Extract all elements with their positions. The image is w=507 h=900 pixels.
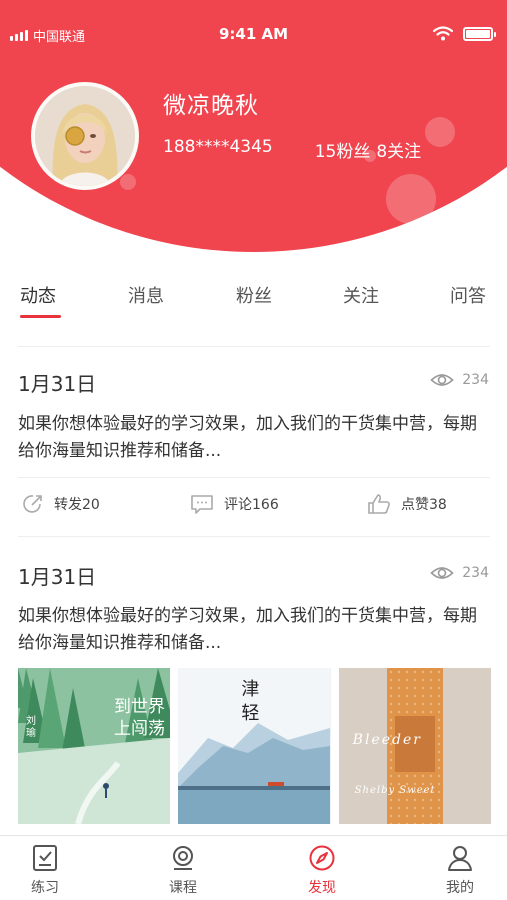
like-button[interactable]: 点赞38 <box>367 493 447 515</box>
book-covers: 到世界上闯荡 刘瑜 津轻 Bleeder Shelby Sweet <box>18 668 491 824</box>
user-meta: 188****4345 15粉丝 8关注 <box>163 137 421 162</box>
status-indicators <box>433 26 496 41</box>
compass-icon <box>309 845 335 871</box>
cover-title: 津轻 <box>241 679 260 724</box>
post-views: 234 <box>430 565 489 581</box>
battery-level <box>466 29 490 38</box>
forest-illustration-icon <box>18 668 170 824</box>
profile-header: 中国联通 9:41 AM 微凉晚秋 188****4345 15粉丝 8关注 <box>0 0 507 260</box>
share-label: 转发20 <box>54 497 100 513</box>
tab-fans[interactable]: 粉丝 <box>236 282 272 308</box>
post-divider <box>18 477 490 478</box>
nav-discover[interactable]: 发现 <box>287 844 357 897</box>
comment-button[interactable]: 评论166 <box>190 493 279 515</box>
phone-number: 188****4345 <box>163 137 273 157</box>
post-body[interactable]: 如果你想体验最好的学习效果，加入我们的干货集中营，每期给你海量知识推荐和储备..… <box>18 603 490 657</box>
post-body[interactable]: 如果你想体验最好的学习效果，加入我们的干货集中营，每期给你海量知识推荐和储备..… <box>18 411 490 465</box>
decorative-bubble <box>386 174 436 224</box>
status-bar: 中国联通 9:41 AM <box>0 0 507 70</box>
thumbs-up-icon <box>368 494 390 514</box>
tab-feed[interactable]: 动态 <box>20 282 56 308</box>
share-icon <box>23 495 42 513</box>
person-icon <box>448 846 472 871</box>
decorative-bubble <box>425 117 455 147</box>
post-date: 1月31日 <box>18 565 97 589</box>
bottom-nav: 练习 课程 发现 我的 <box>0 835 507 900</box>
tab-qa[interactable]: 问答 <box>450 282 486 308</box>
book-cover[interactable]: 到世界上闯荡 刘瑜 <box>18 668 171 824</box>
nav-discover-label: 发现 <box>308 880 336 896</box>
like-label: 点赞38 <box>401 497 447 513</box>
wifi-icon <box>433 26 453 41</box>
nav-mine[interactable]: 我的 <box>425 844 495 897</box>
active-tab-indicator <box>20 315 61 318</box>
views-count: 234 <box>462 372 489 388</box>
book-cover[interactable]: Bleeder Shelby Sweet <box>338 668 491 824</box>
decorative-bubble <box>120 174 136 190</box>
eye-icon <box>430 374 454 386</box>
fans-count[interactable]: 15粉丝 <box>315 137 371 162</box>
nav-practice[interactable]: 练习 <box>10 844 80 897</box>
nav-course-label: 课程 <box>169 880 197 896</box>
cover-author: Shelby Sweet <box>354 785 436 796</box>
views-count: 234 <box>462 565 489 581</box>
cover-title: Bleeder <box>352 732 422 748</box>
cover-author: 刘瑜 <box>26 716 36 739</box>
post-date: 1月31日 <box>18 372 97 396</box>
battery-icon <box>463 26 496 41</box>
comment-icon <box>191 495 213 514</box>
profile-tabs: 动态 消息 粉丝 关注 问答 <box>0 282 507 322</box>
course-icon <box>173 846 193 870</box>
share-button[interactable]: 转发20 <box>22 493 100 515</box>
book-cover[interactable]: 津轻 <box>178 668 331 824</box>
tabs-divider <box>18 346 490 347</box>
post-views: 234 <box>430 372 489 388</box>
nav-course[interactable]: 课程 <box>148 844 218 897</box>
eye-icon <box>430 567 454 579</box>
comment-label: 评论166 <box>224 497 279 513</box>
post-actions: 转发20 评论166 点赞38 <box>0 493 507 523</box>
following-count[interactable]: 8关注 <box>376 137 421 162</box>
practice-icon <box>33 845 57 871</box>
status-time: 9:41 AM <box>218 25 289 43</box>
nav-practice-label: 练习 <box>31 880 59 896</box>
post-divider <box>18 536 490 537</box>
nav-mine-label: 我的 <box>446 880 474 896</box>
username: 微凉晚秋 <box>163 93 259 119</box>
cover-title: 到世界上闯荡 <box>114 697 165 739</box>
avatar[interactable] <box>31 82 139 190</box>
avatar-portrait-icon <box>35 86 135 186</box>
user-stats: 15粉丝 8关注 <box>315 137 421 162</box>
tab-following[interactable]: 关注 <box>343 282 379 308</box>
tab-messages[interactable]: 消息 <box>128 282 164 308</box>
